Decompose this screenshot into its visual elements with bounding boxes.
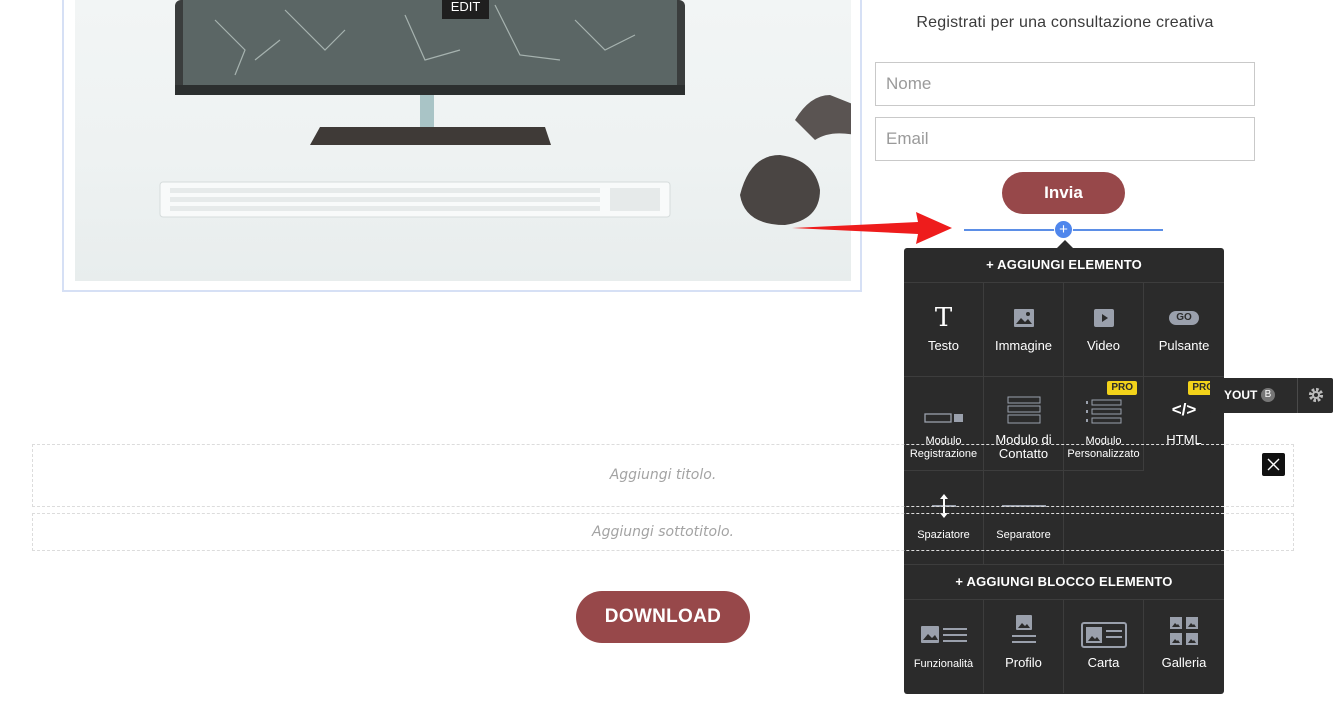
desk-photo-illustration xyxy=(159,0,851,225)
video-icon xyxy=(1064,303,1143,333)
block-card[interactable]: Carta xyxy=(1064,599,1144,693)
element-image[interactable]: Immagine xyxy=(984,282,1064,376)
element-label: Immagine xyxy=(994,338,1053,353)
pro-badge: PRO xyxy=(1107,381,1137,395)
gallery-icon xyxy=(1144,616,1224,646)
image-icon xyxy=(984,303,1063,333)
layout-badge: B xyxy=(1261,388,1275,402)
toolbar-divider xyxy=(1297,378,1298,413)
name-field[interactable]: Nome xyxy=(875,62,1255,106)
annotation-arrow-icon xyxy=(792,212,952,244)
button-icon-text: GO xyxy=(1169,311,1199,325)
layout-label[interactable]: YOUT xyxy=(1224,388,1257,402)
layout-toolbar[interactable]: YOUT B xyxy=(1210,378,1333,413)
element-button[interactable]: GO Pulsante xyxy=(1144,282,1224,376)
block-features[interactable]: Funzionalità xyxy=(904,599,984,693)
hero-image xyxy=(75,0,851,281)
block-label: Profilo xyxy=(1005,655,1042,670)
button-icon: GO xyxy=(1144,303,1224,333)
block-grid: Funzionalità Profilo Carta Galleria xyxy=(904,599,1224,693)
block-label: Galleria xyxy=(1161,655,1207,670)
registration-form-icon xyxy=(904,403,983,433)
form-title: Registrati per una consultazione creativ… xyxy=(916,14,1214,31)
profile-icon xyxy=(984,615,1063,646)
contact-form-icon xyxy=(984,395,1063,425)
element-label: Testo xyxy=(927,338,960,353)
card-icon xyxy=(1064,620,1143,650)
block-label: Carta xyxy=(1087,655,1120,670)
edit-image-button[interactable]: EDIT xyxy=(442,0,489,19)
submit-button[interactable]: Invia xyxy=(1002,172,1125,214)
element-label: Video xyxy=(1086,338,1120,353)
element-label: Pulsante xyxy=(1158,338,1210,353)
add-element-plus-button[interactable]: + xyxy=(1054,220,1073,239)
custom-form-icon xyxy=(1064,397,1143,427)
add-element-heading: + AGGIUNGI ELEMENTO xyxy=(986,257,1142,272)
download-button[interactable]: DOWNLOAD xyxy=(576,591,750,643)
element-video[interactable]: Video xyxy=(1064,282,1144,376)
email-field[interactable]: Email xyxy=(875,117,1255,161)
block-profile[interactable]: Profilo xyxy=(984,599,1064,693)
add-block-heading: + AGGIUNGI BLOCCO ELEMENTO xyxy=(904,564,1224,598)
block-label: Funzionalità xyxy=(913,658,974,670)
panel-pointer xyxy=(1057,240,1073,248)
code-icon-text: </> xyxy=(1171,400,1197,419)
element-text[interactable]: T Testo xyxy=(904,282,984,376)
features-icon xyxy=(904,620,983,650)
text-icon: T xyxy=(934,303,953,333)
section-subtitle-placeholder[interactable]: Aggiungi sottotitolo. xyxy=(32,513,1294,551)
gear-icon[interactable] xyxy=(1307,386,1325,407)
block-gallery[interactable]: Galleria xyxy=(1144,599,1224,693)
section-title-placeholder[interactable]: Aggiungi titolo. xyxy=(32,444,1294,507)
